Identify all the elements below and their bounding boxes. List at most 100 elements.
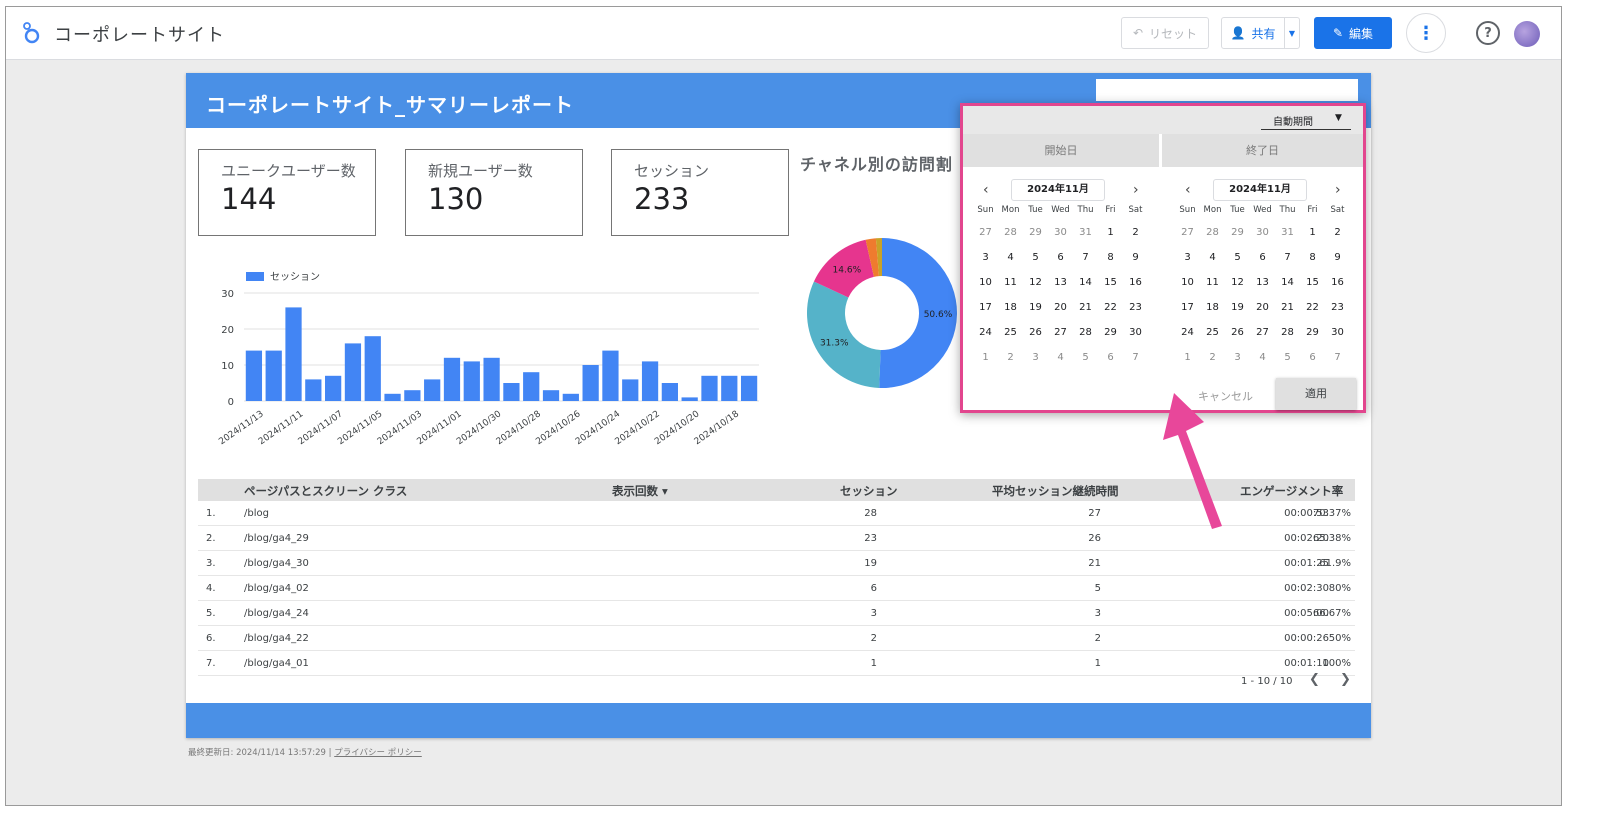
bar[interactable] (325, 375, 342, 401)
bar[interactable] (740, 375, 758, 401)
calendar-day[interactable]: 8 (1300, 252, 1325, 263)
calendar-day[interactable]: 3 (1023, 352, 1048, 363)
bar[interactable] (622, 379, 639, 401)
calendar-day[interactable]: 16 (1123, 277, 1148, 288)
bar[interactable] (404, 390, 421, 401)
calendar-day[interactable]: 2 (1325, 227, 1350, 238)
table-row[interactable]: 2./blog/ga4_29 23 26 00:02:20 65.38% (198, 526, 1355, 551)
date-range-control[interactable] (1096, 79, 1358, 101)
calendar-day[interactable]: 15 (1300, 277, 1325, 288)
calendar-day[interactable]: 11 (998, 277, 1023, 288)
bar[interactable] (661, 383, 678, 401)
cancel-button[interactable]: キャンセル (1198, 388, 1253, 404)
month-select[interactable]: 2024年11月 (1011, 179, 1105, 201)
calendar-day[interactable]: 28 (1200, 227, 1225, 238)
calendar-day[interactable]: 5 (1023, 252, 1048, 263)
help-button[interactable]: ? (1476, 21, 1500, 45)
bar[interactable] (503, 383, 520, 401)
calendar-day[interactable]: 22 (1300, 302, 1325, 313)
calendar-day[interactable]: 2 (1200, 352, 1225, 363)
calendar-day[interactable]: 19 (1023, 302, 1048, 313)
col-header-views[interactable]: 表示回数 ▾ (612, 483, 668, 499)
prev-page-button[interactable]: ❮ (1309, 672, 1320, 687)
calendar-day[interactable]: 17 (973, 302, 998, 313)
calendar-day[interactable]: 14 (1073, 277, 1098, 288)
calendar-day[interactable]: 27 (1175, 227, 1200, 238)
calendar-day[interactable]: 25 (998, 327, 1023, 338)
calendar-day[interactable]: 12 (1023, 277, 1048, 288)
calendar-day[interactable]: 28 (1073, 327, 1098, 338)
calendar-day[interactable]: 18 (998, 302, 1023, 313)
calendar-day[interactable]: 31 (1073, 227, 1098, 238)
calendar-day[interactable]: 12 (1225, 277, 1250, 288)
calendar-day[interactable]: 5 (1275, 352, 1300, 363)
next-page-button[interactable]: ❯ (1340, 672, 1351, 687)
pie-slice[interactable] (807, 281, 881, 388)
bar[interactable] (483, 357, 500, 401)
calendar-day[interactable]: 1 (1300, 227, 1325, 238)
calendar-day[interactable]: 20 (1250, 302, 1275, 313)
calendar-day[interactable]: 7 (1275, 252, 1300, 263)
bar[interactable] (424, 379, 441, 401)
table-row[interactable]: 3./blog/ga4_30 19 21 00:01:25 61.9% (198, 551, 1355, 576)
calendar-day[interactable]: 30 (1325, 327, 1350, 338)
table-row[interactable]: 5./blog/ga4_24 3 3 00:05:00 66.67% (198, 601, 1355, 626)
bar[interactable] (721, 375, 738, 401)
bar[interactable] (681, 397, 698, 401)
calendar-day[interactable]: 25 (1200, 327, 1225, 338)
reset-button[interactable]: ↶ リセット (1121, 17, 1209, 49)
calendar-day[interactable]: 26 (1225, 327, 1250, 338)
calendar-day[interactable]: 7 (1325, 352, 1350, 363)
calendar-day[interactable]: 27 (1048, 327, 1073, 338)
bar[interactable] (265, 350, 282, 401)
bar[interactable] (641, 361, 659, 401)
calendar-day[interactable]: 28 (998, 227, 1023, 238)
calendar-day[interactable]: 6 (1048, 252, 1073, 263)
calendar-day[interactable]: 11 (1200, 277, 1225, 288)
calendar-day[interactable]: 10 (973, 277, 998, 288)
calendar-day[interactable]: 29 (1300, 327, 1325, 338)
more-options-button[interactable]: ⋮ (1406, 13, 1446, 53)
calendar-day[interactable]: 1 (1175, 352, 1200, 363)
calendar-day[interactable]: 4 (998, 252, 1023, 263)
bar[interactable] (701, 375, 718, 401)
bar[interactable] (523, 372, 540, 401)
prev-month-button[interactable]: ‹ (983, 182, 989, 198)
table-row[interactable]: 1./blog 28 27 00:00:53 70.37% (198, 501, 1355, 526)
calendar-day[interactable]: 13 (1250, 277, 1275, 288)
calendar-day[interactable]: 4 (1250, 352, 1275, 363)
bar[interactable] (463, 361, 480, 401)
calendar-day[interactable]: 10 (1175, 277, 1200, 288)
calendar-day[interactable]: 4 (1200, 252, 1225, 263)
calendar-day[interactable]: 3 (1225, 352, 1250, 363)
calendar-day[interactable]: 30 (1123, 327, 1148, 338)
bar[interactable] (562, 393, 579, 401)
avatar[interactable] (1514, 21, 1540, 47)
calendar-day[interactable]: 4 (1048, 352, 1073, 363)
calendar-day[interactable]: 23 (1325, 302, 1350, 313)
col-header-path[interactable]: ページパスとスクリーン クラス (244, 483, 407, 499)
calendar-day[interactable]: 3 (1175, 252, 1200, 263)
calendar-day[interactable]: 24 (1175, 327, 1200, 338)
bar[interactable] (602, 350, 619, 401)
bar[interactable] (582, 365, 599, 401)
calendar-day[interactable]: 3 (973, 252, 998, 263)
calendar-day[interactable]: 5 (1225, 252, 1250, 263)
calendar-day[interactable]: 9 (1325, 252, 1350, 263)
bar[interactable] (443, 357, 461, 401)
bar[interactable] (305, 379, 322, 401)
calendar-day[interactable]: 28 (1275, 327, 1300, 338)
calendar-day[interactable]: 29 (1023, 227, 1048, 238)
bar[interactable] (285, 307, 302, 401)
col-header-avg-duration[interactable]: 平均セッション継続時間 (992, 483, 1119, 499)
calendar-day[interactable]: 27 (973, 227, 998, 238)
calendar-day[interactable]: 7 (1123, 352, 1148, 363)
calendar-day[interactable]: 30 (1048, 227, 1073, 238)
tab-end-date[interactable]: 終了日 (1162, 134, 1363, 167)
bar[interactable] (245, 350, 263, 401)
apply-button[interactable]: 適用 (1276, 378, 1356, 410)
calendar-day[interactable]: 1 (1098, 227, 1123, 238)
edit-button[interactable]: ✎ 編集 (1314, 17, 1392, 49)
col-header-engagement-rate[interactable]: エンゲージメント率 (1240, 483, 1343, 499)
calendar-day[interactable]: 13 (1048, 277, 1073, 288)
